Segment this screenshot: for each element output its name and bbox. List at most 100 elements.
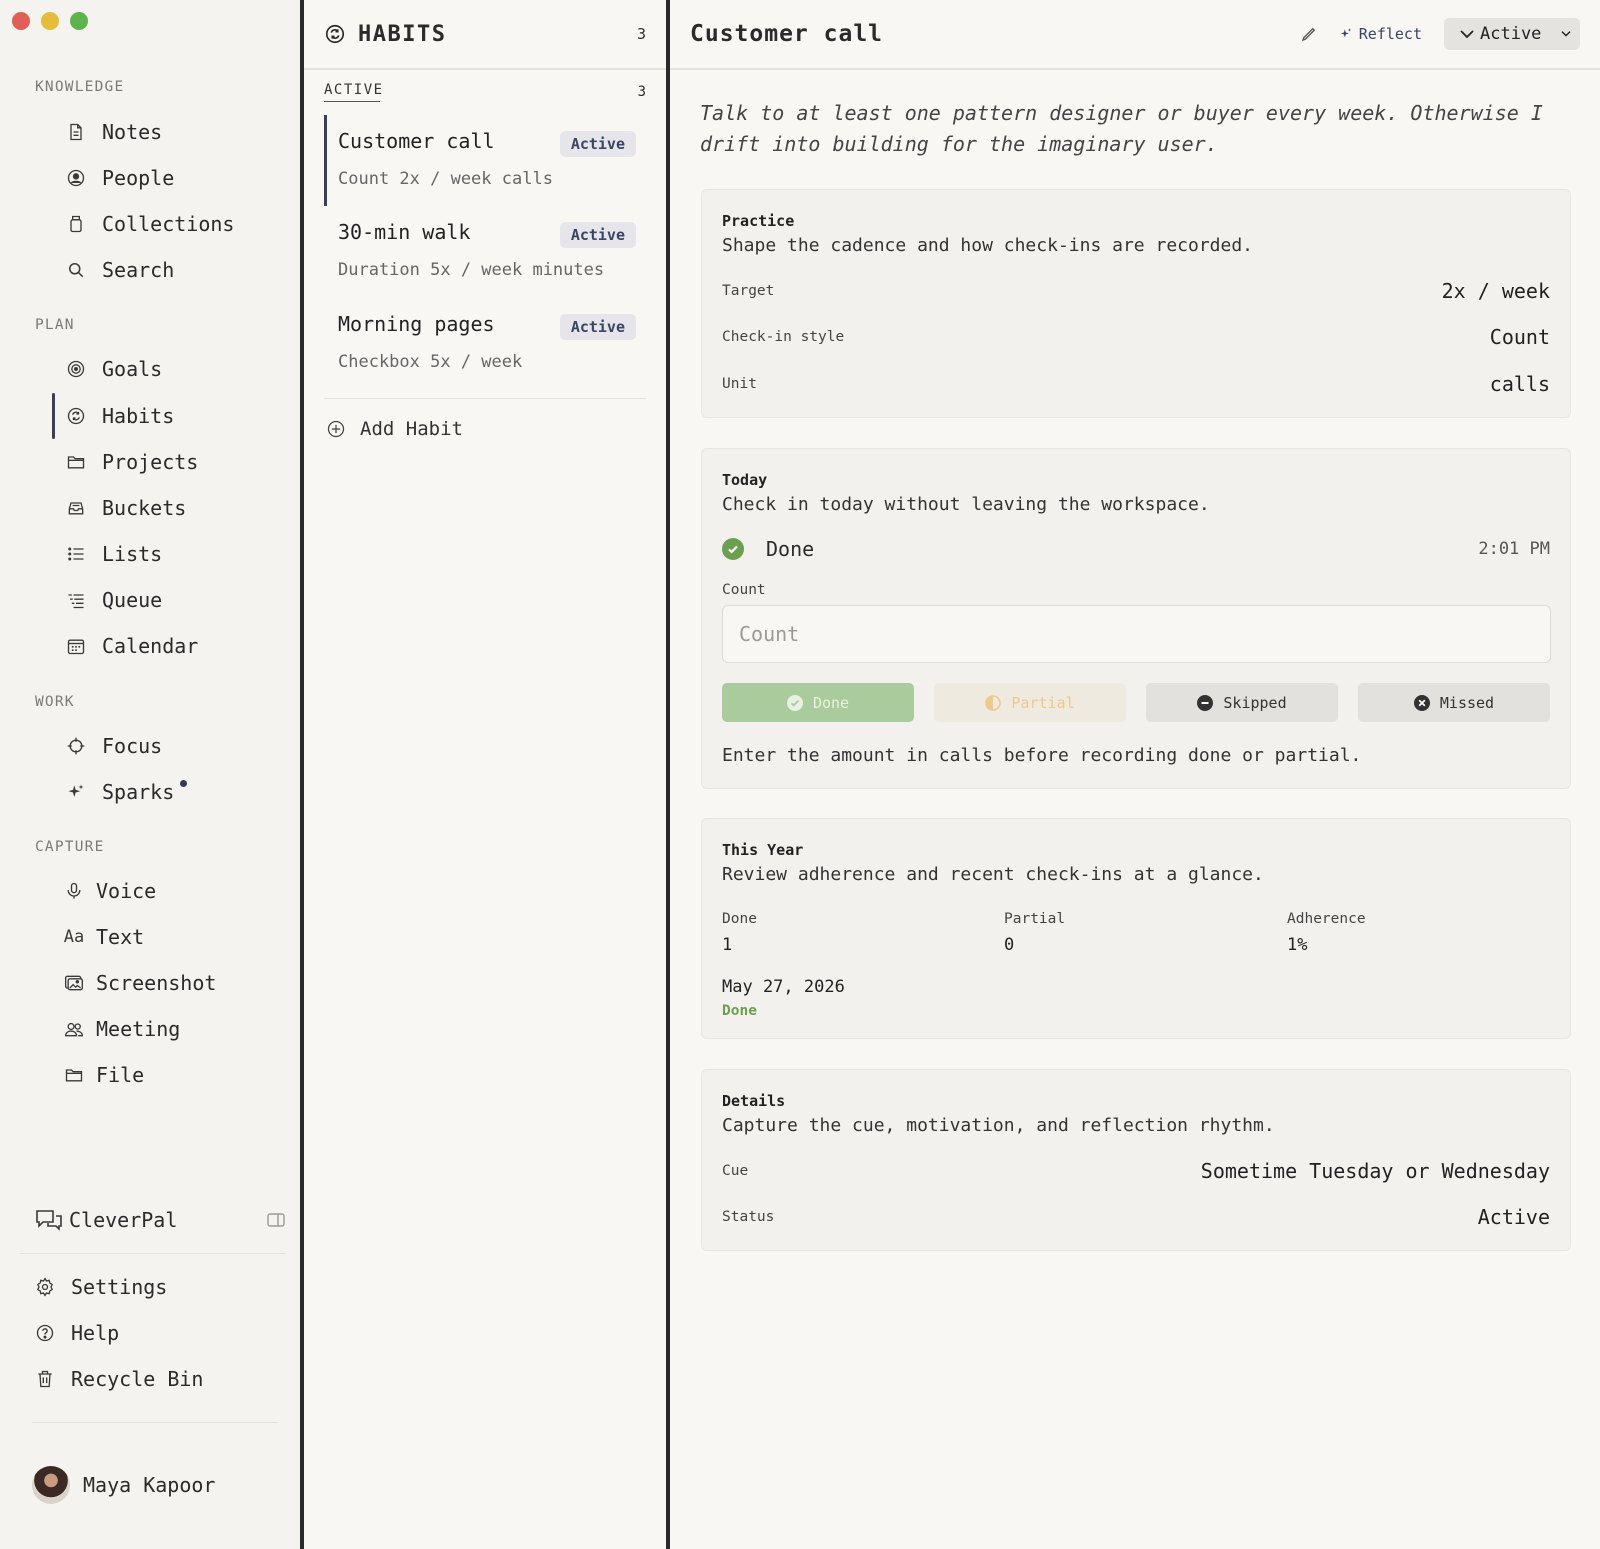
- today-hint: Enter the amount in calls before recordi…: [722, 745, 1362, 766]
- record-partial-label: Partial: [1011, 693, 1075, 712]
- check-circle-icon: [786, 694, 803, 711]
- edit-button[interactable]: [1293, 18, 1325, 50]
- reflect-button[interactable]: Reflect: [1339, 25, 1422, 43]
- recent-checkin-status: Done: [722, 1003, 757, 1019]
- sidebar-item-meeting[interactable]: Meeting: [62, 1009, 282, 1049]
- crosshair-icon: [64, 734, 88, 758]
- details-card: Details Capture the cue, motivation, and…: [701, 1069, 1571, 1251]
- settings-button[interactable]: Settings: [35, 1267, 167, 1307]
- card-subtitle: Shape the cadence and how check-ins are …: [722, 235, 1254, 256]
- habits-list-pane: HABITS 3 ACTIVE 3 Customer call Active C…: [304, 0, 666, 1549]
- checkin-style-value[interactable]: Count: [1490, 325, 1550, 349]
- close-window-button[interactable]: [12, 12, 30, 30]
- habit-item-customer-call[interactable]: Customer call Active Count 2x / week cal…: [324, 115, 646, 206]
- record-missed-label: Missed: [1439, 693, 1495, 712]
- habit-item-30-min-walk[interactable]: 30-min walk Active Duration 5x / week mi…: [324, 206, 646, 296]
- sidebar-item-screenshot[interactable]: Screenshot: [62, 963, 282, 1003]
- section-label-work: WORK: [35, 694, 75, 710]
- gear-icon: [35, 1277, 57, 1297]
- today-card: Today Check in today without leaving the…: [701, 448, 1571, 789]
- calendar-icon: [64, 634, 88, 658]
- status-value[interactable]: Active: [1478, 1205, 1550, 1229]
- section-label-capture: CAPTURE: [35, 839, 105, 855]
- stat-partial-label: Partial: [1004, 911, 1066, 927]
- assistant-cleverpal[interactable]: CleverPal: [35, 1200, 285, 1240]
- habit-description[interactable]: Talk to at least one pattern designer or…: [700, 98, 1550, 160]
- sidebar-item-search[interactable]: Search: [64, 250, 284, 290]
- sidebar-item-projects[interactable]: Projects: [64, 442, 284, 482]
- record-skipped-button[interactable]: Skipped: [1146, 683, 1338, 722]
- unit-value[interactable]: calls: [1490, 372, 1550, 396]
- page-title: HABITS: [358, 21, 447, 47]
- sidebar-item-notes[interactable]: Notes: [64, 112, 284, 152]
- question-icon: [35, 1323, 57, 1343]
- stat-adherence-label: Adherence: [1287, 911, 1366, 927]
- habit-item-morning-pages[interactable]: Morning pages Active Checkbox 5x / week: [324, 298, 646, 388]
- microphone-icon: [62, 879, 86, 903]
- habit-meta: Count 2x / week calls: [338, 169, 553, 189]
- sidebar-item-label: Queue: [102, 588, 163, 612]
- sidebar-item-collections[interactable]: Collections: [64, 204, 284, 244]
- divider: [32, 1422, 278, 1423]
- sparkle-icon: [1339, 27, 1353, 41]
- sidebar-item-sparks[interactable]: Sparks: [64, 772, 284, 812]
- group-count: 3: [637, 84, 646, 100]
- today-status-label: Done: [766, 537, 815, 561]
- sidebar-item-goals[interactable]: Goals: [64, 349, 284, 389]
- sidebar-item-habits[interactable]: Habits: [64, 396, 284, 436]
- screenshot-icon: [62, 971, 86, 995]
- section-label-knowledge: KNOWLEDGE: [35, 79, 125, 95]
- help-button[interactable]: Help: [35, 1313, 119, 1353]
- habit-name: Morning pages: [338, 312, 495, 336]
- chat-bubbles-icon: [35, 1208, 63, 1232]
- count-input[interactable]: [722, 605, 1551, 663]
- habit-title: Customer call: [690, 21, 884, 47]
- sidebar-item-label: Lists: [102, 542, 163, 566]
- queue-icon: [64, 588, 88, 612]
- sidebar-item-people[interactable]: People: [64, 158, 284, 198]
- minimize-window-button[interactable]: [41, 12, 59, 30]
- sidebar-item-focus[interactable]: Focus: [64, 726, 284, 766]
- list-icon: [64, 542, 88, 566]
- card-title: Today: [722, 471, 768, 489]
- sidebar-item-calendar[interactable]: Calendar: [64, 626, 284, 666]
- cue-value[interactable]: Sometime Tuesday or Wednesday: [1201, 1159, 1550, 1183]
- recycle-bin-button[interactable]: Recycle Bin: [35, 1359, 203, 1399]
- inbox-tray-icon: [64, 496, 88, 520]
- sidebar-item-queue[interactable]: Queue: [64, 580, 284, 620]
- status-badge: Active: [559, 314, 636, 340]
- record-done-button[interactable]: Done: [722, 683, 914, 722]
- sidebar-item-label: Sparks: [102, 780, 175, 804]
- practice-card: Practice Shape the cadence and how check…: [701, 189, 1571, 418]
- status-select[interactable]: Active: [1444, 18, 1580, 50]
- record-missed-button[interactable]: Missed: [1358, 683, 1550, 722]
- header-actions: Reflect Active: [1293, 18, 1580, 50]
- habit-meta: Duration 5x / week minutes: [338, 260, 605, 280]
- sidebar-item-label: File: [96, 1063, 145, 1087]
- habit-detail-pane: Customer call Reflect Active Talk to at …: [670, 0, 1600, 1549]
- habit-name: 30-min walk: [338, 220, 471, 244]
- habits-header: HABITS 3: [304, 0, 666, 70]
- stat-adherence-value: 1%: [1287, 935, 1308, 955]
- sidebar-item-file[interactable]: File: [62, 1055, 282, 1095]
- maximize-window-button[interactable]: [70, 12, 88, 30]
- panel-toggle-icon[interactable]: [267, 1212, 285, 1228]
- sidebar-item-voice[interactable]: Voice: [62, 871, 282, 911]
- sparkle-icon: [64, 780, 88, 804]
- avatar: [32, 1466, 70, 1504]
- sidebar-item-buckets[interactable]: Buckets: [64, 488, 284, 528]
- user-profile[interactable]: Maya Kapoor: [32, 1466, 215, 1504]
- record-skipped-label: Skipped: [1223, 693, 1287, 712]
- document-icon: [64, 120, 88, 144]
- sidebar-item-text[interactable]: Aa Text: [62, 917, 282, 957]
- record-partial-button[interactable]: Partial: [934, 683, 1126, 722]
- sidebar: KNOWLEDGE Notes People Collections Searc…: [0, 0, 300, 1549]
- notification-dot: [180, 779, 188, 787]
- add-habit-label: Add Habit: [360, 418, 463, 440]
- status-badge: Active: [559, 222, 636, 248]
- sidebar-item-lists[interactable]: Lists: [64, 534, 284, 574]
- add-habit-button[interactable]: Add Habit: [326, 418, 463, 440]
- settings-label: Settings: [71, 1275, 168, 1299]
- habits-count: 3: [636, 25, 646, 43]
- target-value[interactable]: 2x / week: [1442, 279, 1550, 303]
